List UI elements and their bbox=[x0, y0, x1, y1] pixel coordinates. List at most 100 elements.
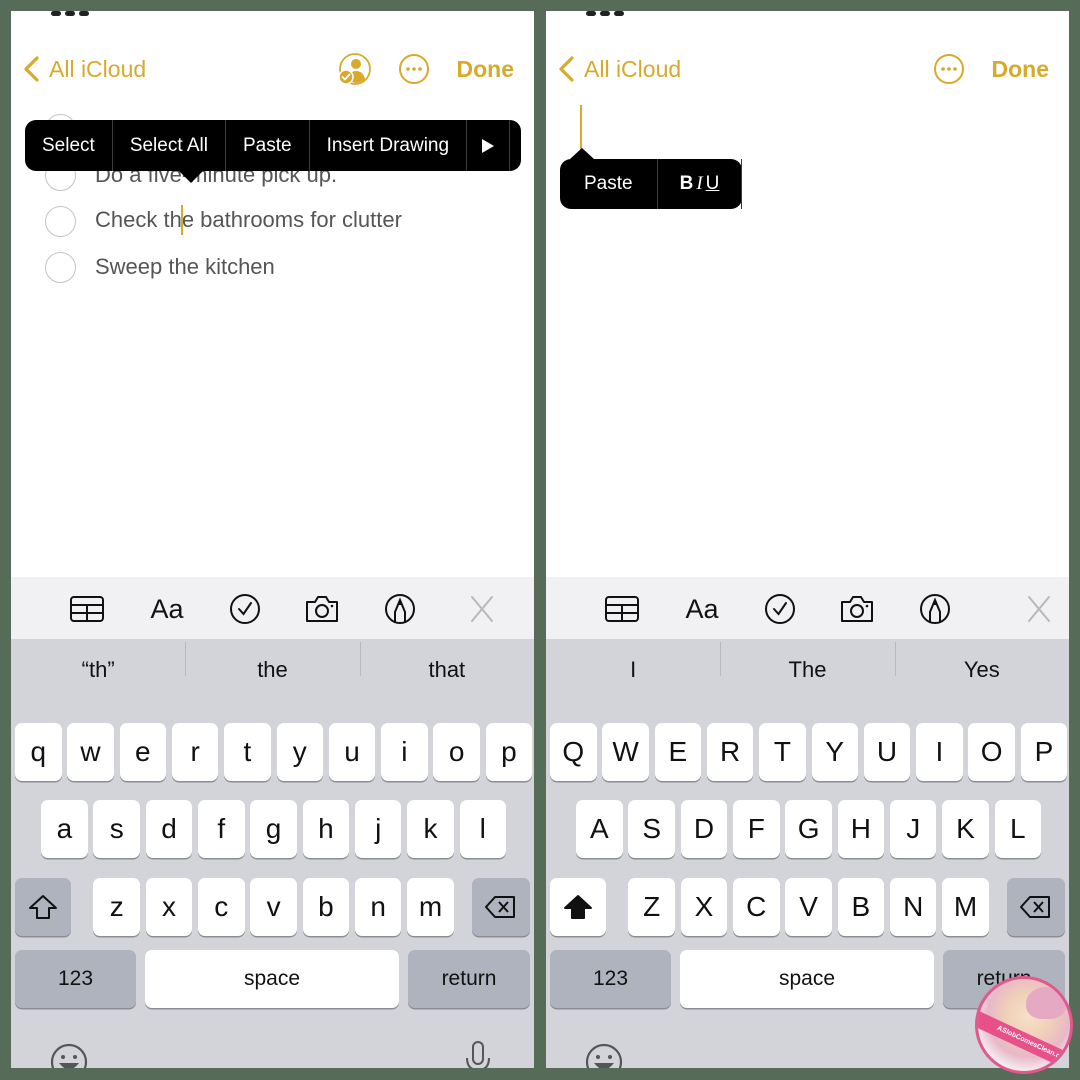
markup-button[interactable] bbox=[915, 591, 955, 627]
key-y[interactable]: y bbox=[276, 723, 323, 781]
key-w[interactable]: W bbox=[602, 723, 649, 781]
key-b[interactable]: b bbox=[302, 878, 350, 936]
space-key[interactable]: space bbox=[145, 950, 399, 1008]
key-n[interactable]: N bbox=[889, 878, 937, 936]
delete-key[interactable] bbox=[1007, 878, 1065, 936]
key-z[interactable]: z bbox=[93, 878, 140, 936]
emoji-icon[interactable] bbox=[49, 1042, 89, 1068]
key-q[interactable]: Q bbox=[550, 723, 597, 781]
text-format-button[interactable]: Aa bbox=[147, 591, 187, 627]
key-b[interactable]: B bbox=[837, 878, 885, 936]
key-d[interactable]: d bbox=[145, 800, 193, 858]
key-q[interactable]: q bbox=[15, 723, 62, 781]
emoji-icon[interactable] bbox=[584, 1042, 624, 1068]
paste-menu-item[interactable]: Paste bbox=[226, 120, 310, 171]
key-w[interactable]: w bbox=[67, 723, 114, 781]
suggestion[interactable]: “th” bbox=[11, 657, 185, 683]
key-r[interactable]: r bbox=[171, 723, 219, 781]
key-t[interactable]: T bbox=[759, 723, 806, 781]
checkbox[interactable] bbox=[45, 205, 76, 237]
table-button[interactable] bbox=[67, 591, 107, 627]
key-u[interactable]: u bbox=[328, 723, 376, 781]
checklist-button[interactable] bbox=[760, 591, 800, 627]
key-h[interactable]: h bbox=[302, 800, 350, 858]
key-g[interactable]: G bbox=[785, 800, 832, 858]
key-p[interactable]: p bbox=[485, 723, 533, 781]
key-e[interactable]: E bbox=[654, 723, 702, 781]
format-biu-menu-item[interactable]: BIU bbox=[658, 159, 743, 209]
key-s[interactable]: S bbox=[628, 800, 675, 858]
key-c[interactable]: C bbox=[733, 878, 780, 936]
done-button[interactable]: Done bbox=[457, 56, 515, 83]
return-key[interactable]: return bbox=[408, 950, 530, 1008]
key-t[interactable]: t bbox=[224, 723, 271, 781]
done-button[interactable]: Done bbox=[992, 56, 1050, 83]
key-l[interactable]: L bbox=[994, 800, 1042, 858]
key-o[interactable]: o bbox=[433, 723, 480, 781]
key-z[interactable]: Z bbox=[628, 878, 675, 936]
ellipsis-circle-icon[interactable] bbox=[932, 52, 966, 86]
key-m[interactable]: m bbox=[407, 878, 454, 936]
key-f[interactable]: F bbox=[733, 800, 780, 858]
paste-menu-item[interactable]: Paste bbox=[560, 159, 658, 209]
key-c[interactable]: c bbox=[198, 878, 245, 936]
key-y[interactable]: Y bbox=[811, 723, 858, 781]
key-m[interactable]: M bbox=[942, 878, 989, 936]
back-button[interactable]: All iCloud bbox=[556, 49, 681, 89]
suggestion[interactable]: the bbox=[185, 642, 359, 683]
numbers-key[interactable]: 123 bbox=[550, 950, 671, 1008]
delete-key[interactable] bbox=[472, 878, 530, 936]
numbers-key[interactable]: 123 bbox=[15, 950, 136, 1008]
checklist-item-text[interactable]: Sweep the kitchen bbox=[95, 254, 275, 280]
ellipsis-circle-icon[interactable] bbox=[397, 52, 431, 86]
text-format-button[interactable]: Aa bbox=[682, 591, 722, 627]
shift-key[interactable] bbox=[550, 878, 606, 936]
person-checkmark-icon[interactable] bbox=[337, 52, 371, 86]
suggestion[interactable]: The bbox=[720, 642, 894, 683]
close-toolbar-button[interactable] bbox=[1019, 591, 1059, 627]
camera-button[interactable] bbox=[837, 591, 877, 627]
key-v[interactable]: v bbox=[250, 878, 297, 936]
microphone-icon[interactable] bbox=[458, 1039, 498, 1068]
key-i[interactable]: I bbox=[916, 723, 963, 781]
insert-drawing-menu-item[interactable]: Insert Drawing bbox=[310, 120, 468, 171]
select-menu-item[interactable]: Select bbox=[25, 120, 113, 171]
suggestion[interactable]: Yes bbox=[894, 642, 1069, 683]
key-x[interactable]: X bbox=[680, 878, 728, 936]
key-u[interactable]: U bbox=[863, 723, 911, 781]
checklist-button[interactable] bbox=[225, 591, 265, 627]
suggestion[interactable]: I bbox=[546, 657, 720, 683]
key-s[interactable]: s bbox=[93, 800, 140, 858]
key-j[interactable]: J bbox=[889, 800, 937, 858]
camera-button[interactable] bbox=[302, 591, 342, 627]
key-k[interactable]: K bbox=[942, 800, 989, 858]
close-toolbar-button[interactable] bbox=[462, 591, 502, 627]
key-g[interactable]: g bbox=[250, 800, 297, 858]
key-a[interactable]: a bbox=[41, 800, 88, 858]
key-r[interactable]: R bbox=[706, 723, 754, 781]
key-d[interactable]: D bbox=[680, 800, 728, 858]
key-n[interactable]: n bbox=[354, 878, 402, 936]
markup-button[interactable] bbox=[380, 591, 420, 627]
table-button[interactable] bbox=[602, 591, 642, 627]
key-v[interactable]: V bbox=[785, 878, 832, 936]
key-x[interactable]: x bbox=[145, 878, 193, 936]
key-i[interactable]: i bbox=[381, 723, 428, 781]
key-l[interactable]: l bbox=[459, 800, 507, 858]
suggestion[interactable]: that bbox=[359, 642, 534, 683]
key-p[interactable]: P bbox=[1020, 723, 1068, 781]
key-h[interactable]: H bbox=[837, 800, 885, 858]
key-e[interactable]: e bbox=[119, 723, 167, 781]
key-a[interactable]: A bbox=[576, 800, 623, 858]
select-all-menu-item[interactable]: Select All bbox=[113, 120, 226, 171]
key-f[interactable]: f bbox=[198, 800, 245, 858]
key-k[interactable]: k bbox=[407, 800, 454, 858]
more-menu-button[interactable] bbox=[467, 120, 511, 171]
checkbox[interactable] bbox=[45, 251, 76, 283]
checklist-item-text[interactable]: Check the bathrooms for clutter bbox=[95, 205, 402, 236]
back-button[interactable]: All iCloud bbox=[21, 49, 146, 89]
space-key[interactable]: space bbox=[680, 950, 934, 1008]
shift-key[interactable] bbox=[15, 878, 71, 936]
key-j[interactable]: j bbox=[354, 800, 402, 858]
key-o[interactable]: O bbox=[968, 723, 1015, 781]
